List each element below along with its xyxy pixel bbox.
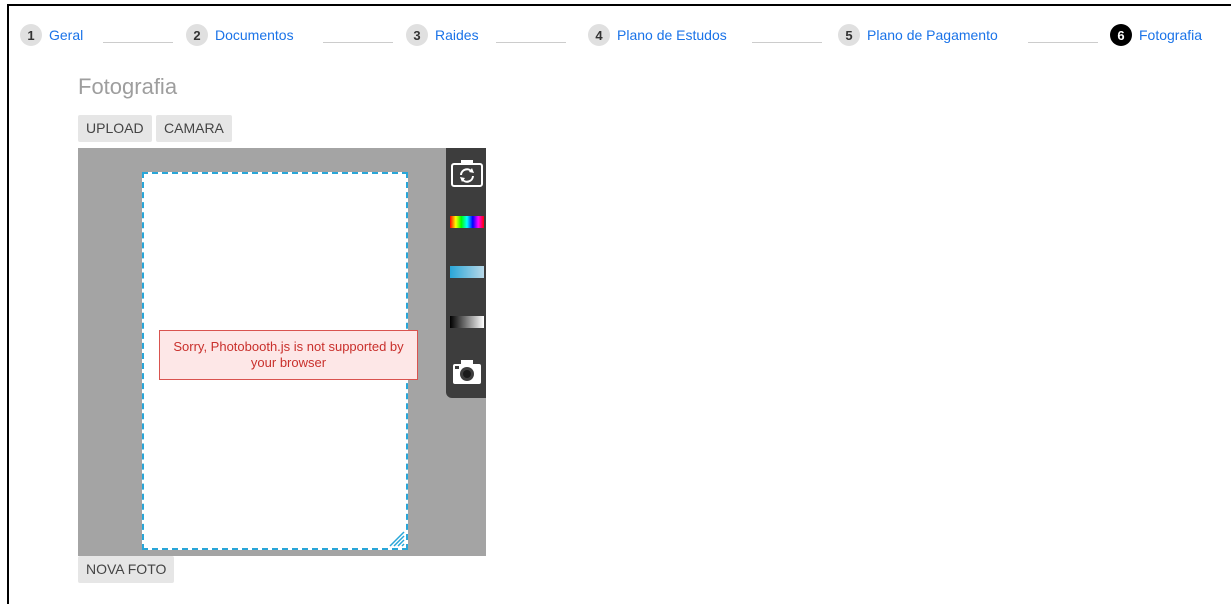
- step-plano-de-pagamento[interactable]: 5 Plano de Pagamento: [838, 24, 998, 46]
- camera-button[interactable]: CAMARA: [156, 115, 232, 142]
- wizard-stepper: 1 Geral 2 Documentos 3 Raides 4 Plano de…: [20, 24, 1225, 50]
- step-documentos[interactable]: 2 Documentos: [186, 24, 294, 46]
- step-raides[interactable]: 3 Raides: [406, 24, 479, 46]
- step-number: 4: [588, 24, 610, 46]
- step-label: Fotografia: [1139, 27, 1203, 43]
- brightness-icon[interactable]: [450, 312, 484, 332]
- step-number: 5: [838, 24, 860, 46]
- step-label: Documentos: [215, 27, 294, 43]
- step-label: Geral: [49, 27, 84, 43]
- step-connector: [1028, 42, 1098, 43]
- step-plano-de-estudos[interactable]: 4 Plano de Estudos: [588, 24, 727, 46]
- resize-handle-icon[interactable]: [388, 530, 406, 548]
- camera-switch-icon[interactable]: [450, 156, 484, 190]
- step-fotografia[interactable]: 6 Fotografia: [1110, 24, 1202, 46]
- step-number: 2: [186, 24, 208, 46]
- photobooth-area: Sorry, Photobooth.js is not supported by…: [78, 148, 486, 556]
- new-photo-button[interactable]: NOVA FOTO: [78, 556, 175, 583]
- step-connector: [103, 42, 173, 43]
- hue-icon[interactable]: [450, 212, 484, 232]
- step-label: Plano de Estudos: [617, 27, 727, 43]
- take-photo-icon[interactable]: [450, 356, 484, 388]
- photobooth-toolbar: [446, 148, 486, 398]
- step-connector: [496, 42, 566, 43]
- step-number: 3: [406, 24, 428, 46]
- step-number: 1: [20, 24, 42, 46]
- step-geral[interactable]: 1 Geral: [20, 24, 83, 46]
- step-connector: [323, 42, 393, 43]
- step-number: 6: [1110, 24, 1132, 46]
- unsupported-browser-message: Sorry, Photobooth.js is not supported by…: [159, 330, 418, 380]
- step-connector: [752, 42, 822, 43]
- section-title: Fotografia: [78, 74, 178, 99]
- upload-button[interactable]: UPLOAD: [78, 115, 152, 142]
- step-label: Plano de Pagamento: [867, 27, 998, 43]
- saturation-icon[interactable]: [450, 262, 484, 282]
- step-label: Raides: [435, 27, 479, 43]
